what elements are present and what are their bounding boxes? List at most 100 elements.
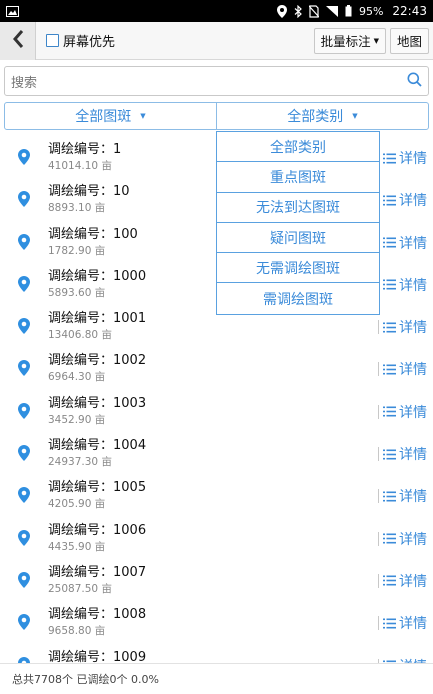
list-item-text: 调绘编号：1005 4205.90 亩: [48, 480, 146, 511]
list-item-title: 调绘编号：1007: [48, 564, 147, 580]
list-icon: [383, 406, 396, 417]
image-icon: [6, 5, 19, 17]
map-pin-icon: [18, 614, 30, 634]
list-item[interactable]: 调绘编号：1008 9658.80 亩 详情: [0, 602, 433, 644]
divider: [378, 320, 379, 335]
no-sim-icon: [308, 4, 319, 18]
search-input[interactable]: 搜索: [4, 66, 429, 96]
list-item[interactable]: 调绘编号：1007 25087.50 亩 详情: [0, 560, 433, 602]
list-item[interactable]: 调绘编号：1004 24937.30 亩 详情: [0, 433, 433, 475]
caret-down-icon: ▼: [352, 112, 358, 120]
list-item-text: 调绘编号：1003 3452.90 亩: [48, 396, 146, 427]
map-label: 地图: [396, 34, 422, 49]
detail-label: 详情: [399, 531, 427, 548]
list-item-title: 调绘编号：1008: [48, 607, 147, 623]
detail-button[interactable]: 详情: [378, 275, 427, 295]
dropdown-option[interactable]: 需调绘图斑: [217, 283, 379, 313]
category-filter[interactable]: 全部类别 ▼: [216, 103, 428, 129]
bluetooth-icon: [294, 4, 302, 18]
batch-mark-button[interactable]: 批量标注 ▼: [313, 27, 386, 54]
toolbar: 屏幕优先 批量标注 ▼ 地图: [0, 21, 433, 60]
list-item-text: 调绘编号：1 41014.10 亩: [48, 142, 121, 173]
list-item[interactable]: 调绘编号：1006 4435.90 亩 详情: [0, 518, 433, 560]
detail-button[interactable]: 详情: [378, 529, 427, 549]
wifi-icon: [325, 5, 338, 17]
dropdown-option[interactable]: 无需调绘图斑: [217, 253, 379, 284]
map-button[interactable]: 地图: [389, 27, 429, 54]
category-dropdown: 全部类别 重点图斑 无法到达图斑 疑问图斑 无需调绘图斑 需调绘图斑: [216, 131, 380, 315]
battery-level: 95%: [358, 4, 384, 18]
dropdown-option[interactable]: 重点图斑: [217, 162, 379, 193]
list-item-title: 调绘编号：1002: [48, 353, 147, 369]
divider: [378, 573, 379, 588]
map-pin-icon: [18, 445, 30, 465]
search-icon[interactable]: [407, 72, 422, 91]
detail-label: 详情: [399, 193, 427, 210]
detail-label: 详情: [399, 573, 427, 590]
detail-button[interactable]: 详情: [378, 359, 427, 379]
list-icon: [383, 322, 396, 333]
map-pin-icon: [18, 275, 30, 296]
list-item[interactable]: 调绘编号：1003 3452.90 亩 详情: [0, 391, 433, 433]
caret-down-icon: ▼: [140, 112, 146, 120]
search-placeholder: 搜索: [11, 75, 38, 91]
clock: 22:43: [392, 4, 427, 18]
detail-button[interactable]: 详情: [378, 233, 427, 253]
map-pin-icon: [18, 149, 30, 169]
list-item-text: 调绘编号：1006 4435.90 亩: [48, 523, 146, 554]
detail-label: 详情: [399, 656, 427, 663]
patch-filter[interactable]: 全部图斑 ▼: [5, 103, 216, 129]
detail-button[interactable]: 详情: [378, 190, 427, 210]
detail-button[interactable]: 详情: [378, 613, 427, 633]
battery-icon: [345, 5, 352, 17]
list-item-title: 调绘编号：100: [48, 226, 138, 242]
list-item-text: 调绘编号：1001 13406.80 亩: [48, 311, 146, 342]
detail-label: 详情: [399, 235, 427, 252]
detail-label: 详情: [399, 277, 427, 294]
list-icon: [383, 153, 396, 164]
patch-filter-label: 全部图斑: [75, 109, 132, 125]
list-item-title: 调绘编号：1001: [48, 311, 147, 327]
list-item[interactable]: 调绘编号：1005 4205.90 亩 详情: [0, 475, 433, 517]
list-item-area: 4435.90 亩: [48, 540, 106, 553]
list-icon: [383, 279, 396, 290]
detail-button[interactable]: 详情: [378, 571, 427, 591]
checkbox-box[interactable]: [46, 34, 59, 47]
summary-text: 总共7708个 已调绘0个 0.0%: [12, 673, 159, 686]
list-item-text: 调绘编号：1008 9658.80 亩: [48, 607, 146, 638]
batch-mark-label: 批量标注: [320, 34, 371, 49]
list-item-title: 调绘编号：1006: [48, 522, 147, 538]
detail-button[interactable]: 详情: [378, 656, 427, 663]
list-item-area: 13406.80 亩: [48, 329, 112, 342]
chevron-left-icon: [12, 29, 24, 52]
dropdown-option[interactable]: 无法到达图斑: [217, 193, 379, 223]
list-icon: [383, 533, 396, 544]
list-icon: [383, 575, 396, 586]
divider: [378, 489, 379, 504]
list-item-title: 调绘编号：1: [48, 142, 122, 157]
dropdown-option[interactable]: 全部类别: [217, 132, 379, 163]
map-pin-icon: [18, 529, 30, 550]
list-item-title: 调绘编号：1009: [48, 649, 147, 663]
screen-first-label: 屏幕优先: [63, 35, 116, 50]
caret-down-icon: ▼: [373, 36, 379, 45]
detail-button[interactable]: 详情: [378, 317, 427, 337]
list-icon: [383, 491, 396, 502]
list-item-text: 调绘编号：1004 24937.30 亩: [48, 438, 146, 469]
detail-button[interactable]: 详情: [378, 444, 427, 464]
map-pin-icon: [18, 402, 30, 423]
list-item-text: 调绘编号：10 8893.10 亩: [48, 184, 130, 215]
list-item-title: 调绘编号：1000: [48, 268, 147, 284]
list-item[interactable]: 调绘编号：1002 6964.30 亩 详情: [0, 348, 433, 390]
back-button[interactable]: [0, 21, 36, 60]
screen-first-checkbox[interactable]: 屏幕优先: [46, 31, 115, 50]
detail-label: 详情: [399, 320, 427, 337]
dropdown-option[interactable]: 疑问图斑: [217, 223, 379, 254]
detail-button[interactable]: 详情: [378, 148, 427, 168]
list-item-title: 调绘编号：10: [48, 184, 130, 200]
list-item-area: 41014.10 亩: [48, 160, 112, 172]
filter-bar: 全部图斑 ▼ 全部类别 ▼: [4, 102, 429, 130]
list-item[interactable]: 调绘编号：1009 详情: [0, 645, 433, 663]
detail-button[interactable]: 详情: [378, 402, 427, 422]
detail-button[interactable]: 详情: [378, 486, 427, 506]
